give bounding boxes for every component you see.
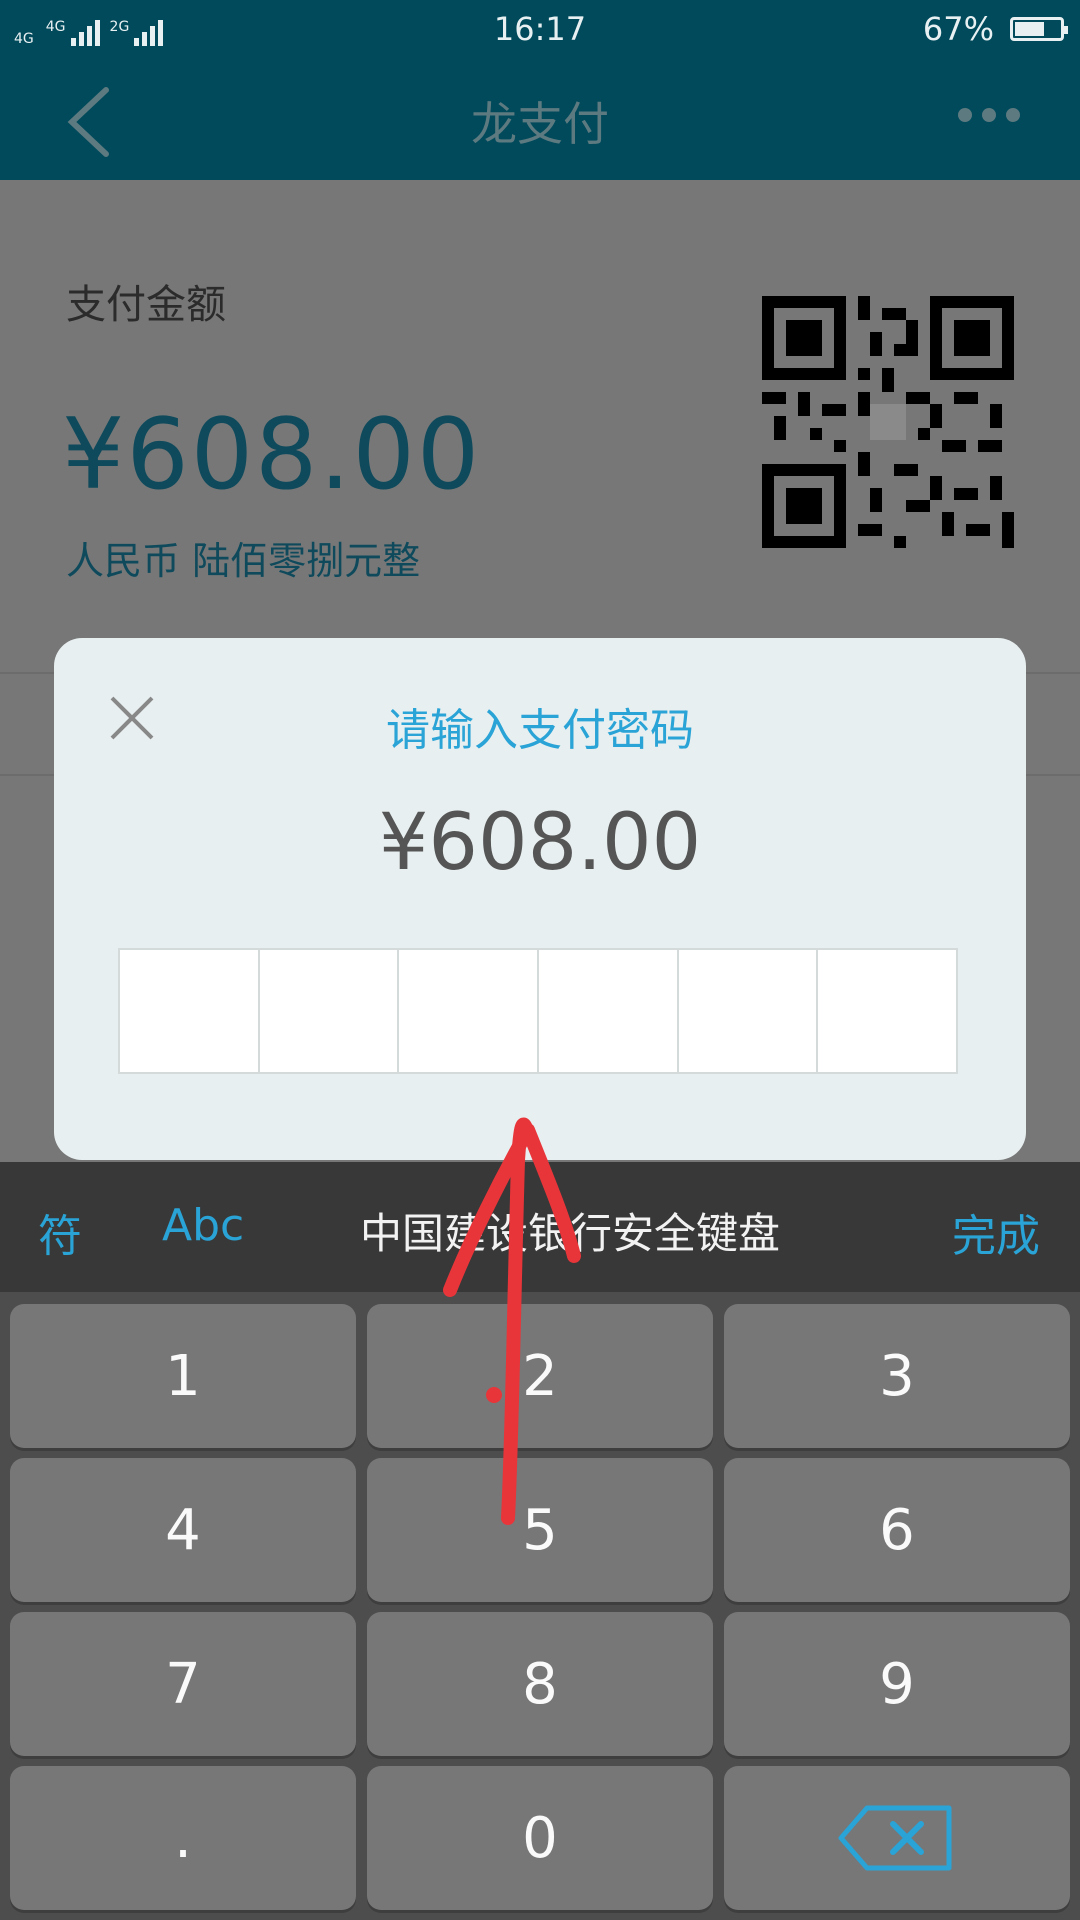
- key-4[interactable]: 4: [10, 1458, 356, 1602]
- key-5[interactable]: 5: [367, 1458, 713, 1602]
- key-dot[interactable]: .: [10, 1766, 356, 1910]
- numeric-keypad: 1 2 3 4 5 6 7 8 9 . 0: [0, 1292, 1080, 1920]
- nav-bar: 龙支付: [0, 58, 1080, 180]
- key-0[interactable]: 0: [367, 1766, 713, 1910]
- password-cell[interactable]: [399, 950, 540, 1072]
- amount-label: 支付金额: [66, 282, 226, 328]
- dialog-title: 请输入支付密码: [386, 705, 694, 756]
- battery-icon: [1010, 17, 1068, 41]
- amount-in-words: 人民币 陆佰零捌元整: [66, 539, 421, 583]
- password-cell[interactable]: [260, 950, 400, 1072]
- more-button[interactable]: [958, 108, 1020, 122]
- keyboard-toolbar: 符 Abc 中国建设银行安全键盘 完成: [0, 1162, 1080, 1292]
- dialog-amount: ¥608.00: [378, 798, 702, 888]
- page-title: 龙支付: [471, 97, 609, 151]
- qr-code: [762, 296, 1014, 548]
- key-8[interactable]: 8: [367, 1612, 713, 1756]
- key-7[interactable]: 7: [10, 1612, 356, 1756]
- key-3[interactable]: 3: [724, 1304, 1070, 1448]
- password-cell[interactable]: [120, 950, 260, 1072]
- password-cell[interactable]: [679, 950, 819, 1072]
- more-dots-icon: [958, 108, 972, 122]
- password-input[interactable]: [118, 948, 958, 1074]
- key-2[interactable]: 2: [367, 1304, 713, 1448]
- done-button[interactable]: 完成: [952, 1200, 1040, 1264]
- clock: 16:17: [493, 10, 587, 48]
- password-dialog: 请输入支付密码 ¥608.00: [54, 638, 1026, 1160]
- keyboard-name: 中国建设银行安全键盘: [359, 1209, 780, 1258]
- backspace-key[interactable]: [724, 1766, 1070, 1910]
- amount-value: ¥608.00: [62, 398, 482, 512]
- backspace-icon: [838, 1805, 952, 1871]
- status-bar: 4G 4G 2G 16:17 67%: [0, 0, 1080, 58]
- password-cell[interactable]: [539, 950, 679, 1072]
- password-cell[interactable]: [818, 950, 956, 1072]
- key-1[interactable]: 1: [10, 1304, 356, 1448]
- battery-percent: 67%: [922, 10, 994, 48]
- key-9[interactable]: 9: [724, 1612, 1070, 1756]
- key-6[interactable]: 6: [724, 1458, 1070, 1602]
